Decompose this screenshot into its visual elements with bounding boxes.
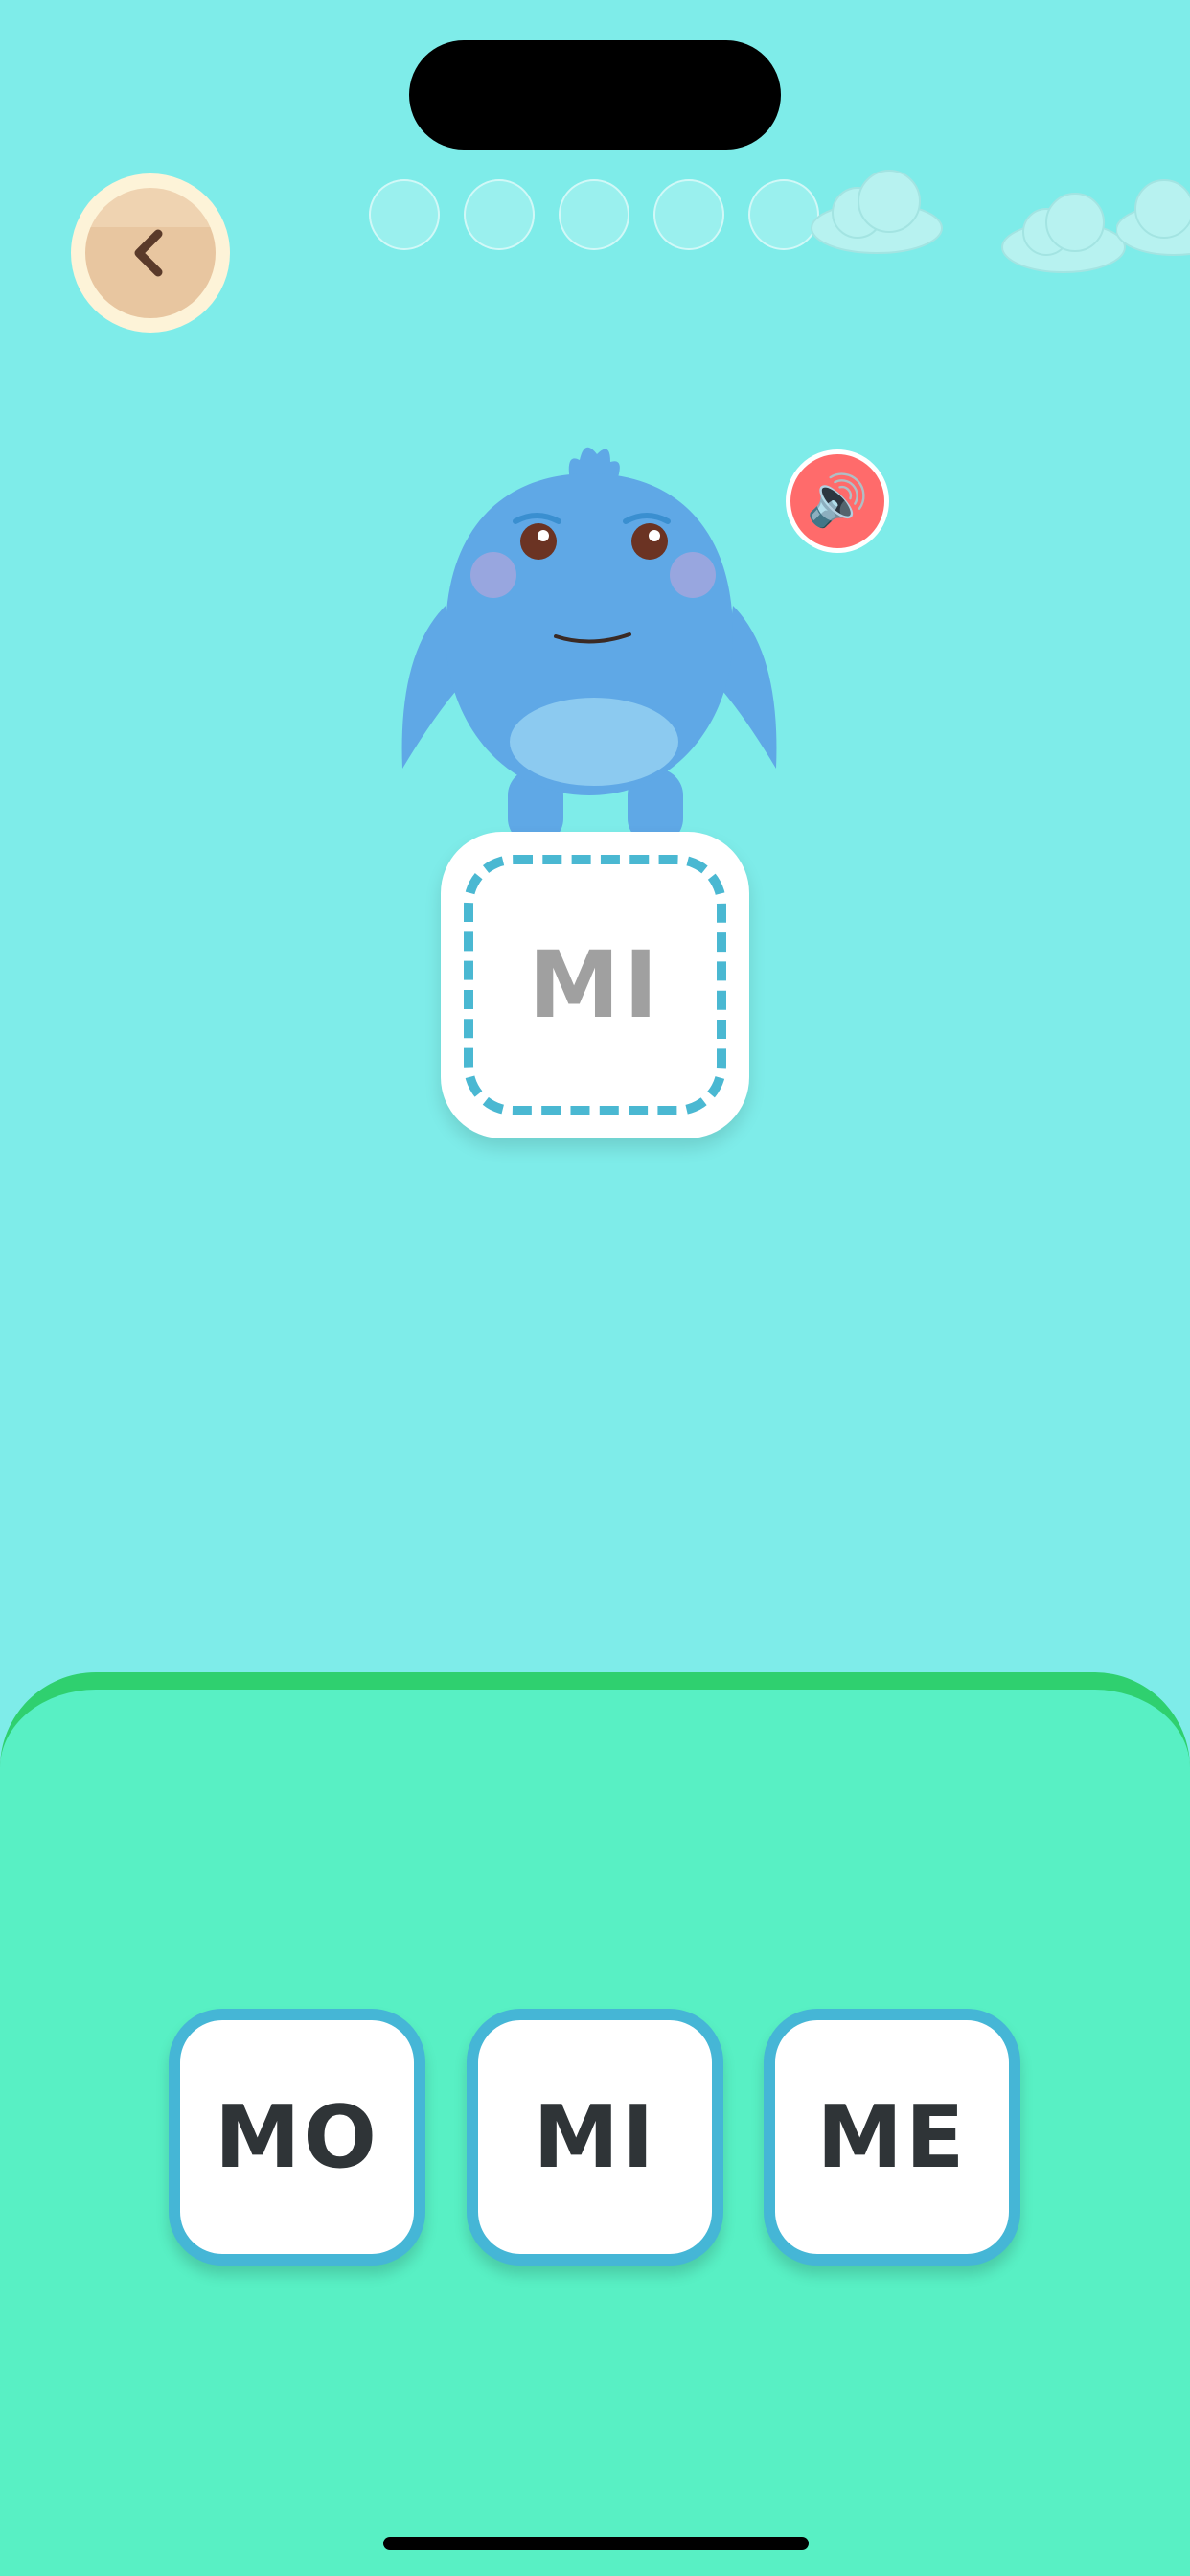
blue-monster-character — [401, 447, 777, 845]
chevron-left-icon — [134, 229, 163, 277]
progress-dot — [559, 179, 629, 250]
progress-dot — [653, 179, 724, 250]
progress-dot — [369, 179, 440, 250]
target-card: MI — [441, 832, 749, 1138]
cloud-icon — [811, 170, 943, 254]
progress-dot — [464, 179, 535, 250]
home-indicator[interactable] — [383, 2537, 809, 2550]
dynamic-island — [409, 40, 781, 150]
choice-card-mo[interactable]: MO — [169, 2009, 425, 2266]
choice-card-mi[interactable]: MI — [467, 2009, 723, 2266]
choice-label: MO — [214, 2086, 380, 2188]
back-button[interactable] — [71, 173, 230, 333]
cloud-icon — [1116, 179, 1190, 256]
choice-card-me[interactable]: ME — [764, 2009, 1020, 2266]
target-syllable: MI — [528, 932, 662, 1039]
drop-zone[interactable]: MI — [464, 855, 726, 1116]
sound-button[interactable]: 🔊 — [786, 449, 889, 553]
speaker-icon: 🔊 — [806, 472, 869, 530]
choice-label: MI — [533, 2086, 657, 2188]
progress-indicator — [369, 179, 819, 250]
choice-label: ME — [816, 2086, 968, 2188]
cloud-icon — [1001, 193, 1126, 273]
